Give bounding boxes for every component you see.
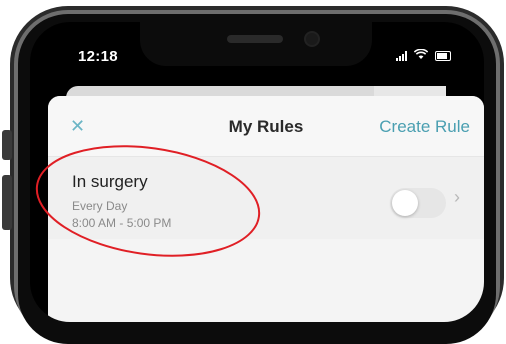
annotation-overlay [35,145,261,257]
annotation-circle [35,145,261,257]
